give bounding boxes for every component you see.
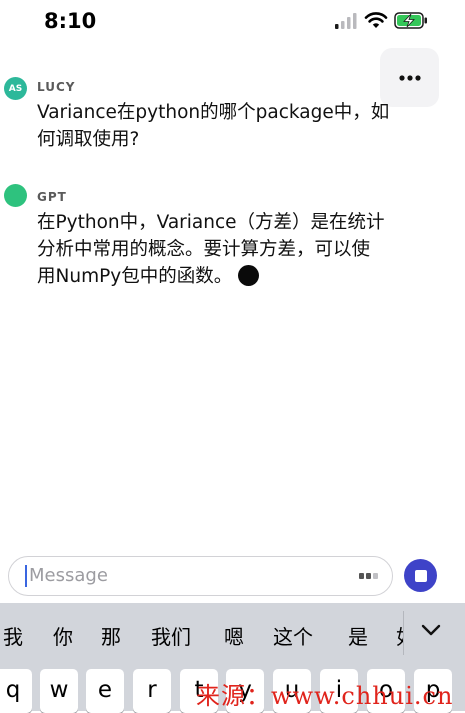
stop-icon [414, 569, 427, 582]
message-line: 何调取使用? [37, 129, 140, 150]
key-e[interactable]: e [86, 669, 124, 713]
key-label: q [5, 677, 21, 703]
message-line: 用NumPy包中的函数。 [37, 266, 233, 287]
key-q[interactable]: q [0, 669, 32, 713]
key-w[interactable]: w [40, 669, 78, 713]
message-text: Variance在python的哪个package中，如 何调取使用? [37, 99, 422, 153]
candidate-word[interactable]: 那 [101, 621, 121, 650]
candidate-word[interactable]: 我 [3, 621, 23, 650]
candidate-word[interactable]: 是 [348, 621, 368, 650]
candidate-word[interactable]: 你 [53, 621, 73, 650]
wifi-icon [364, 12, 388, 28]
status-bar: 8:10 [0, 0, 465, 44]
avatar-initials: AS [8, 83, 23, 94]
avatar: AS [4, 77, 27, 100]
stop-button[interactable] [404, 559, 437, 592]
signal-icon [335, 13, 357, 29]
candidate-word[interactable]: 嗯 [224, 621, 244, 650]
candidate-word[interactable]: 这个 [273, 621, 313, 650]
message-author: LUCY [37, 80, 76, 94]
key-r[interactable]: r [133, 669, 171, 713]
candidate-word[interactable]: 我们 [151, 621, 191, 650]
status-time: 8:10 [44, 9, 97, 33]
message-input[interactable]: Message [8, 556, 393, 596]
candidate-bar: 我 你 那 我们 嗯 这个 是 如 [0, 603, 465, 665]
battery-charging-icon [394, 12, 427, 29]
chevron-down-icon[interactable] [421, 623, 441, 637]
message-placeholder: Message [29, 565, 108, 586]
watermark: 来源：www.chhui.cn [196, 682, 454, 710]
text-caret [25, 565, 27, 587]
key-label: w [49, 677, 69, 703]
message-author: GPT [37, 190, 67, 204]
voice-icon[interactable] [359, 570, 381, 582]
more-icon [398, 74, 421, 81]
message-line: 分析中常用的概念。要计算方差，可以使 [37, 239, 371, 260]
key-label: e [97, 677, 113, 703]
message-line-last: 用NumPy包中的函数。 [37, 263, 422, 290]
typing-indicator [238, 265, 260, 286]
message-line: 在Python中，Variance（方差）是在统计 [37, 212, 385, 233]
message-line: Variance在python的哪个package中，如 [37, 102, 390, 123]
message-text: 在Python中，Variance（方差）是在统计 分析中常用的概念。要计算方差… [37, 209, 422, 290]
assistant-avatar [4, 184, 27, 207]
candidate-divider [403, 611, 404, 655]
key-label: r [147, 677, 157, 703]
